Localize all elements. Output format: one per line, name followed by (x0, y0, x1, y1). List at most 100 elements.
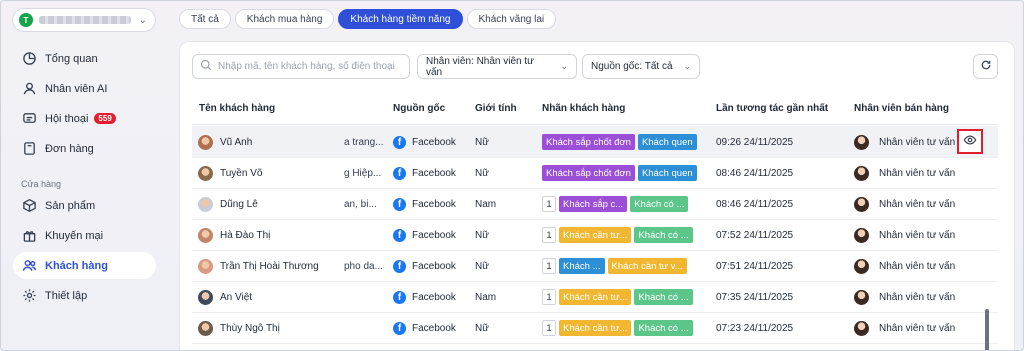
customer-extra-cell (344, 219, 390, 251)
workspace-switcher[interactable]: T workspace ⌄ (12, 8, 156, 32)
table-row[interactable]: Hà Đào Thị f Facebook Nữ 1 Khách cần tư... Khá… (192, 219, 998, 251)
customer-name[interactable]: Trần Thị Hoài Thương (220, 261, 319, 272)
sales-staff-cell: Nhân viên tư vấn (854, 219, 964, 251)
customer-tag: Khách cần tư... (559, 227, 632, 243)
last-interaction-cell: 08:46 24/11/2025 (716, 167, 794, 179)
tags-cell[interactable]: 1 Khách ... Khách cần tư v... (542, 250, 710, 282)
last-interaction-cell: 07:35 24/11/2025 (716, 291, 794, 303)
facebook-icon: f (393, 321, 406, 335)
customer-tag: Khách sắp chốt đơn (542, 165, 635, 181)
column-header-name[interactable]: Tên khách hàng (199, 103, 275, 114)
refresh-button[interactable] (973, 54, 998, 79)
source-cell: f Facebook (393, 126, 473, 158)
app-frame: T workspace ⌄ Tổng quan Nhân viên AI Hội… (0, 0, 1024, 351)
column-header-tags[interactable]: Nhãn khách hàng (542, 103, 625, 114)
table-row[interactable]: Tuyền Võ g Hiệp... f Facebook Nữ Khách sắp ch… (192, 157, 998, 189)
source-label: Facebook (412, 322, 456, 334)
column-header-gender[interactable]: Giới tính (475, 103, 517, 114)
box-icon (21, 198, 37, 214)
avatar (198, 227, 213, 243)
last-interaction-cell: 08:46 24/11/2025 (716, 198, 794, 210)
avatar (198, 196, 213, 212)
sidebar-item-promotions[interactable]: Khuyến mại (13, 222, 156, 249)
sales-staff-name: Nhân viên tư vấn (879, 291, 956, 303)
scrollbar-thumb[interactable] (985, 309, 989, 350)
sales-staff-name: Nhân viên tư vấn (879, 260, 956, 272)
workspace-name: workspace (39, 16, 131, 24)
sidebar-item-products[interactable]: Sản phẩm (13, 192, 156, 219)
last-interaction-cell: 07:23 24/11/2025 (716, 322, 794, 334)
sales-staff-name: Nhân viên tư vấn (879, 167, 956, 179)
tags-cell[interactable]: Khách sắp chốt đơn Khách quen (542, 157, 710, 189)
last-interaction-cell: 09:26 24/11/2025 (716, 136, 794, 148)
sidebar-item-label: Khách hàng (45, 259, 108, 272)
sidebar-item-customers[interactable]: Khách hàng (13, 252, 156, 279)
customer-tag: Khách cần tư v... (607, 258, 687, 274)
tab-buyers[interactable]: Khách mua hàng (234, 9, 335, 29)
customer-name-cell: Vũ Anh (198, 126, 348, 158)
avatar (198, 165, 213, 181)
chevron-down-icon: ⌄ (683, 61, 691, 71)
tags-cell[interactable]: Khách sắp chốt đơn Khách quen (542, 126, 710, 158)
column-header-sales-staff[interactable]: Nhân viên bán hàng (854, 103, 949, 114)
chat-icon (21, 111, 37, 127)
customer-tabs: Tất cả Khách mua hàng Khách hàng tiềm nă… (179, 9, 557, 29)
tab-walk-in[interactable]: Khách vãng lai (466, 9, 557, 29)
source-filter[interactable]: Nguồn gốc: Tất cả ⌄ (582, 54, 700, 79)
search-input[interactable] (218, 61, 408, 72)
staff-avatar (854, 227, 869, 243)
customer-extra-cell: an, bi... (344, 198, 377, 210)
sidebar-item-orders[interactable]: Đơn hàng (13, 135, 156, 162)
sidebar-item-label: Đơn hàng (45, 142, 94, 155)
sales-staff-cell: Nhân viên tư vấn (854, 281, 964, 313)
customer-name[interactable]: Thùy Ngô Thị (220, 323, 280, 334)
customer-tag: Khách quen (637, 134, 697, 150)
table-row[interactable]: Dũng Lê an, bi... f Facebook Nam 1 Khách sắp c… (192, 188, 998, 220)
ai-agent-icon (21, 81, 37, 97)
customer-name[interactable]: Vũ Anh (220, 137, 252, 148)
tags-cell[interactable]: 1 Khách cần tư... Khách có ... (542, 281, 710, 313)
sidebar-item-label: Khuyến mại (45, 229, 104, 242)
source-label: Facebook (412, 198, 456, 210)
staff-filter[interactable]: Nhân viên: Nhân viên tư vấn ⌄ (417, 54, 577, 79)
tab-all[interactable]: Tất cả (179, 9, 231, 29)
tags-cell[interactable]: 1 Khách cần tư... Khách có ... (542, 219, 710, 251)
view-customer-button[interactable] (957, 129, 983, 154)
tag-count-badge: 1 (542, 258, 556, 274)
search-icon (200, 59, 212, 74)
tags-cell[interactable]: 1 Khách cần tư... Khách có ... (542, 312, 710, 344)
column-header-source[interactable]: Nguồn gốc (393, 103, 445, 114)
chevron-down-icon: ⌄ (138, 14, 147, 26)
avatar (198, 289, 213, 305)
tag-count-badge: 1 (542, 196, 556, 212)
gender-cell: Nữ (475, 167, 489, 179)
sidebar-item-settings[interactable]: Thiết lập (13, 282, 156, 309)
source-label: Facebook (412, 291, 456, 303)
tags-cell[interactable]: 1 Khách sắp c... Khách có ... (542, 188, 710, 220)
table-row[interactable]: Trần Thị Hoài Thương pho da... f Facebook Nữ… (192, 250, 998, 282)
source-cell: f Facebook (393, 219, 473, 251)
sidebar-item-conversations[interactable]: Hội thoại 559 (13, 105, 156, 132)
workspace-avatar: T (19, 13, 33, 27)
customer-name[interactable]: Dũng Lê (220, 199, 258, 210)
facebook-icon: f (393, 228, 406, 242)
customer-name[interactable]: Tuyền Võ (220, 168, 262, 179)
sidebar-item-ai-staff[interactable]: Nhân viên AI (13, 75, 156, 102)
customer-tag: Khách có ... (634, 227, 693, 243)
customer-name[interactable]: Hà Đào Thị (220, 230, 270, 241)
avatar (198, 258, 213, 274)
tab-potential-customers[interactable]: Khách hàng tiềm năng (338, 9, 463, 29)
table-row[interactable]: Thùy Ngô Thị f Facebook Nữ 1 Khách cần tư... K… (192, 312, 998, 344)
column-header-last-interaction[interactable]: Lần tương tác gần nhất (716, 103, 828, 114)
section-label-store: Cửa hàng (21, 179, 62, 189)
last-interaction-cell: 07:51 24/11/2025 (716, 260, 794, 272)
sidebar-item-overview[interactable]: Tổng quan (13, 45, 156, 72)
facebook-icon: f (393, 259, 406, 273)
sales-staff-name: Nhân viên tư vấn (879, 322, 956, 334)
table-row[interactable]: An Việt f Facebook Nam 1 Khách cần tư... Khách… (192, 281, 998, 313)
sales-staff-cell: Nhân viên tư vấn (854, 312, 964, 344)
table-row[interactable]: Vũ Anh a trang... f Facebook Nữ Khách sắp chố… (192, 126, 998, 158)
source-label: Facebook (412, 136, 456, 148)
customer-extra-cell (344, 312, 390, 344)
customer-name[interactable]: An Việt (220, 292, 252, 303)
